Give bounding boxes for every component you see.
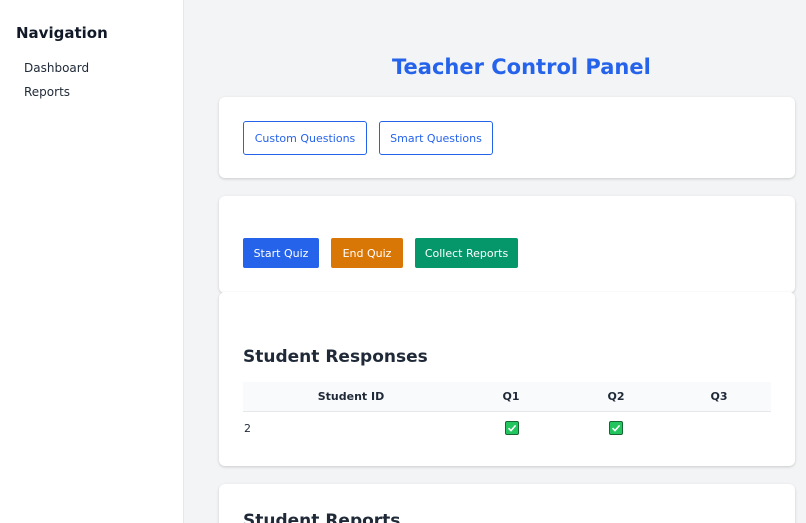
column-header-q1: Q1 bbox=[502, 390, 520, 403]
sidebar: Navigation Dashboard Reports bbox=[0, 0, 184, 523]
page-title: Teacher Control Panel bbox=[392, 55, 651, 79]
column-header-student-id: Student ID bbox=[317, 390, 385, 403]
column-header-q3: Q3 bbox=[710, 390, 728, 403]
sidebar-item-reports[interactable]: Reports bbox=[24, 85, 70, 99]
responses-table-header: Student ID Q1 Q2 Q3 bbox=[243, 382, 771, 412]
column-header-q2: Q2 bbox=[607, 390, 625, 403]
check-mark-icon bbox=[609, 421, 623, 435]
end-quiz-button[interactable]: End Quiz bbox=[331, 238, 403, 268]
app-root: Navigation Dashboard Reports Teacher Con… bbox=[0, 0, 806, 523]
student-id-cell: 2 bbox=[244, 422, 251, 435]
sidebar-title: Navigation bbox=[16, 24, 108, 42]
check-mark-icon bbox=[505, 421, 519, 435]
student-responses-title: Student Responses bbox=[243, 347, 428, 367]
start-quiz-button[interactable]: Start Quiz bbox=[243, 238, 319, 268]
student-reports-title: Student Reports bbox=[243, 511, 401, 523]
collect-reports-button[interactable]: Collect Reports bbox=[415, 238, 518, 268]
student-responses-card bbox=[219, 292, 795, 466]
sidebar-item-dashboard[interactable]: Dashboard bbox=[24, 61, 89, 75]
smart-questions-button[interactable]: Smart Questions bbox=[379, 121, 493, 155]
custom-questions-button[interactable]: Custom Questions bbox=[243, 121, 367, 155]
